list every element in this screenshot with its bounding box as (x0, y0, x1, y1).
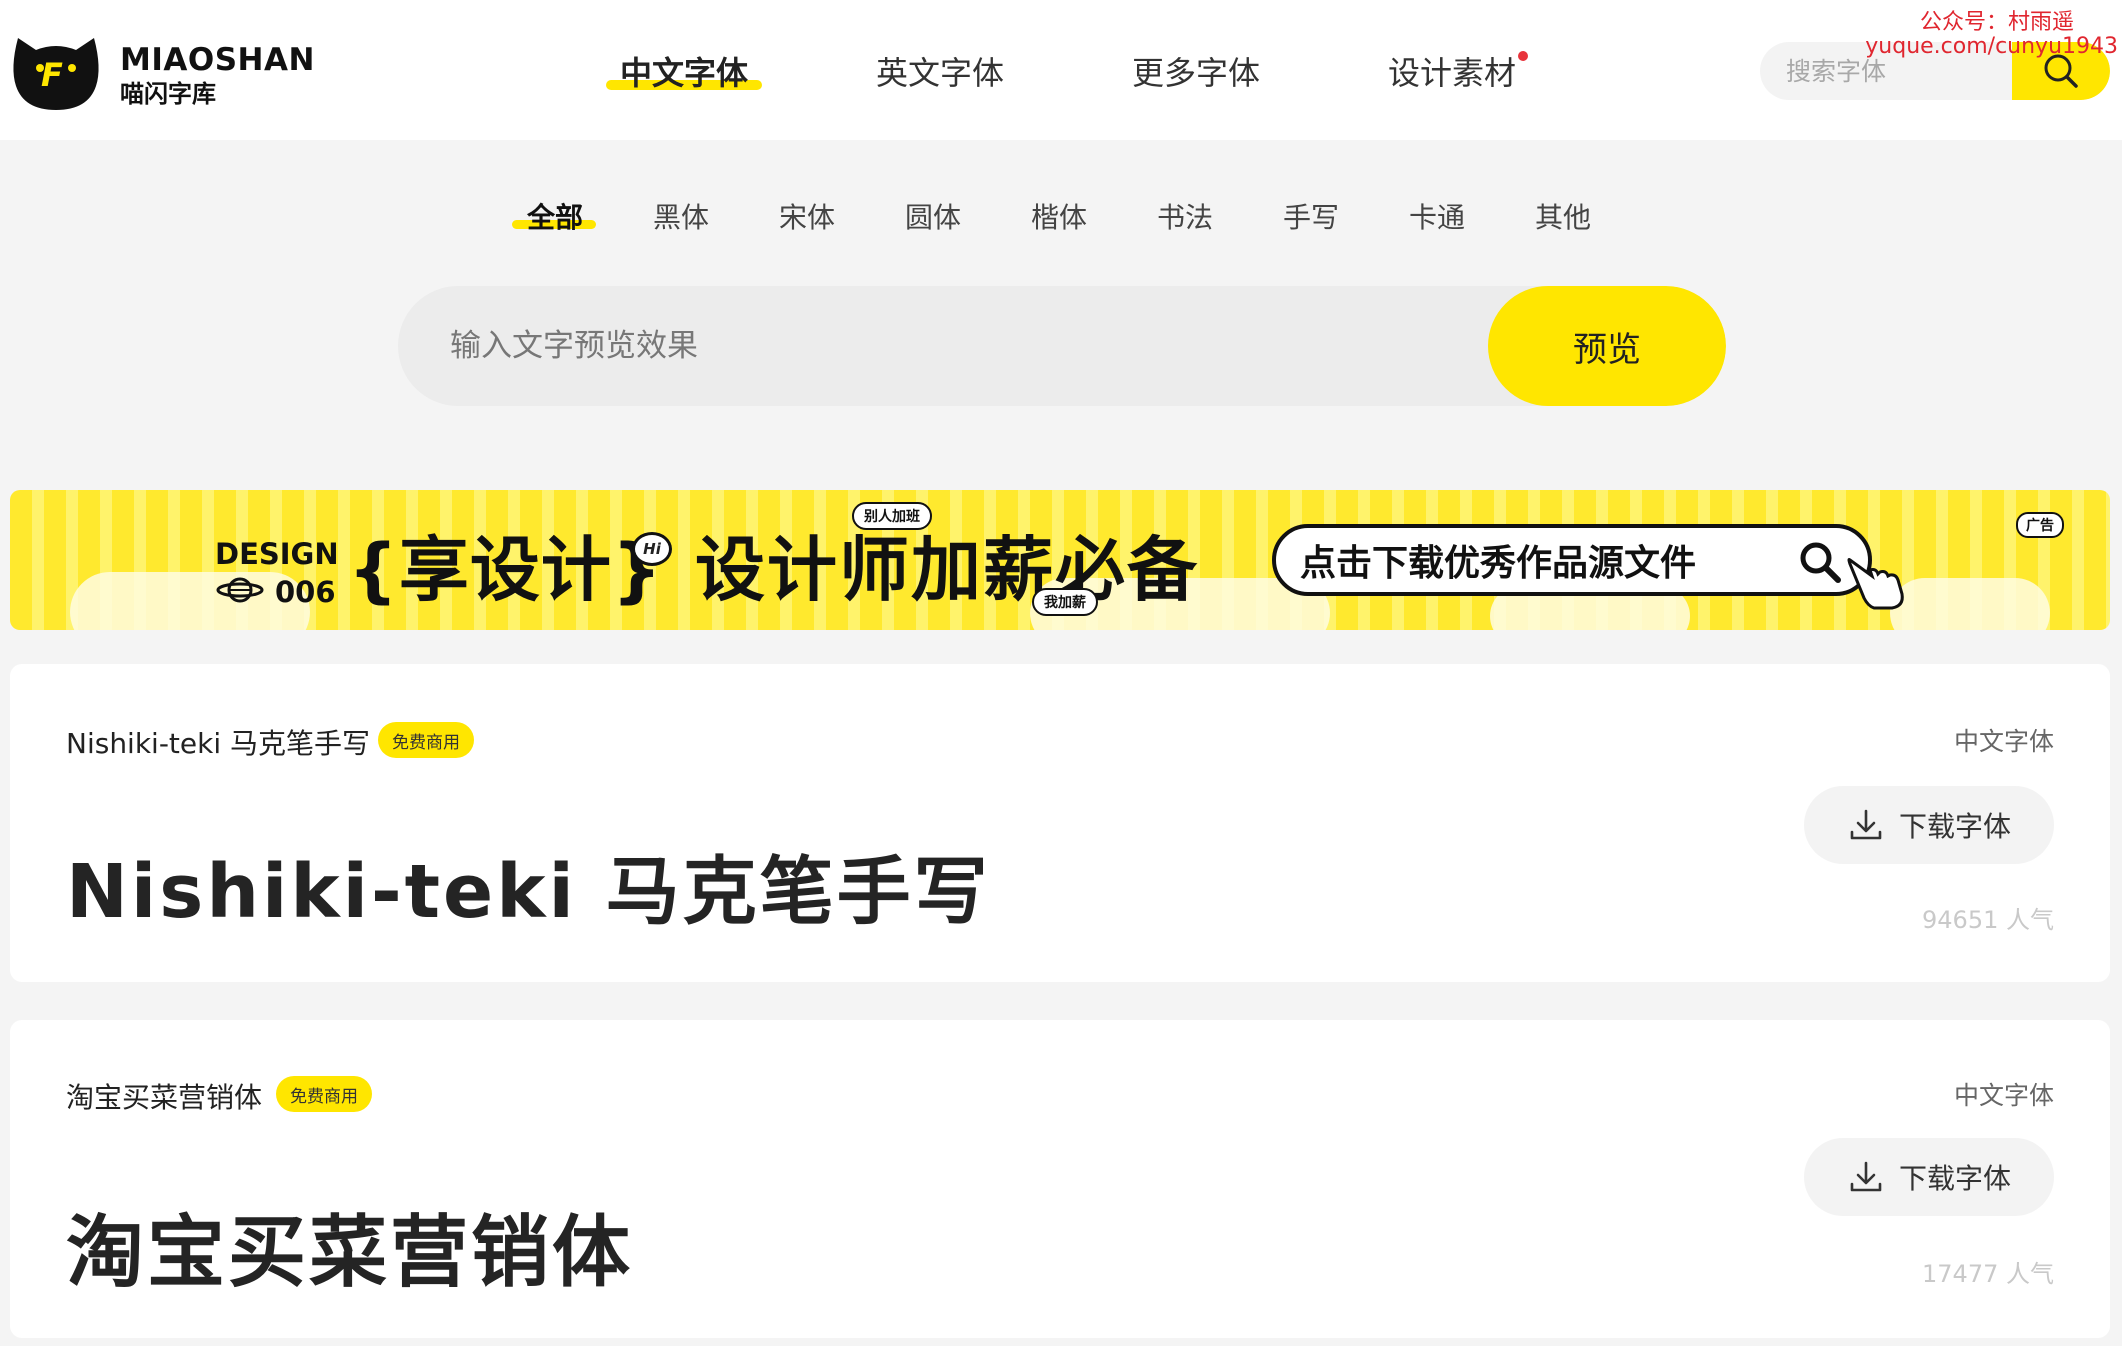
category-yuanti[interactable]: 圆体 (905, 196, 961, 236)
download-icon (1850, 1161, 1882, 1192)
nav-chinese-fonts[interactable]: 中文字体 (620, 48, 748, 94)
nav-design-materials[interactable]: 设计素材 (1388, 48, 1516, 94)
banner-cta-label: 点击下载优秀作品源文件 (1300, 543, 1697, 584)
free-commercial-badge: 免费商用 (276, 1076, 372, 1112)
banner-headline: 设计师加薪必备 (695, 529, 1199, 611)
category-cartoon[interactable]: 卡通 (1409, 196, 1465, 236)
banner-hi-bubble: Hi (632, 532, 672, 566)
download-font-label: 下载字体 (1898, 810, 2011, 843)
banner-share-design: {享设计} (348, 529, 663, 611)
nav-more-fonts[interactable]: 更多字体 (1132, 48, 1260, 94)
watermark-url: yuque.com/cunyu1943 (1865, 34, 2118, 59)
download-font-label: 下载字体 (1898, 1162, 2011, 1195)
category-handwriting[interactable]: 手写 (1283, 196, 1339, 236)
preview-text-input[interactable] (398, 286, 1478, 406)
banner-tag-raise: 我加薪 (1032, 588, 1098, 616)
font-card-popularity: 17477 人气 (1922, 1260, 2054, 1288)
ad-banner[interactable]: DESIGN 006 {享设计} Hi 设计师加薪必备 别人加班 我加薪 点击下… (10, 490, 2110, 630)
category-kaiti[interactable]: 楷体 (1031, 196, 1087, 236)
font-card-category[interactable]: 中文字体 (1954, 1076, 2054, 1112)
banner-decoration (70, 572, 310, 630)
search-icon (1800, 542, 1841, 583)
download-font-button[interactable]: 下载字体 (1804, 1138, 2054, 1216)
banner-cta-button[interactable]: 点击下载优秀作品源文件 (1272, 524, 1872, 596)
logo-text-en[interactable]: MIAOSHAN (120, 42, 315, 78)
font-card-popularity: 94651 人气 (1922, 906, 2054, 934)
top-header: F MIAOSHAN 喵闪字库 中文字体 英文字体 更多字体 设计素材 公众号：… (0, 0, 2122, 140)
banner-design-label: DESIGN (215, 537, 339, 571)
logo-text-cn[interactable]: 喵闪字库 (120, 74, 216, 109)
nav-new-dot (1518, 51, 1528, 61)
category-all[interactable]: 全部 (527, 196, 583, 236)
font-card[interactable]: 淘宝买菜营销体 免费商用 中文字体 下载字体 17477 人气 淘宝买菜营销体 (10, 1020, 2110, 1338)
ad-label-badge: 广告 (2016, 512, 2064, 538)
preview-button[interactable]: 预览 (1488, 286, 1726, 406)
watermark-account: 公众号：村雨遥 (1919, 10, 2074, 35)
font-card-title[interactable]: 淘宝买菜营销体 (66, 1076, 262, 1116)
download-icon (1850, 809, 1882, 840)
font-sample-preview[interactable]: Nishiki-teki 马克笔手写 (66, 832, 991, 939)
download-font-button[interactable]: 下载字体 (1804, 786, 2054, 864)
banner-issue-number: 006 (275, 575, 336, 609)
globe-icon (216, 577, 264, 603)
banner-tag-overtime: 别人加班 (852, 502, 932, 530)
free-commercial-badge: 免费商用 (378, 722, 474, 758)
font-sample-preview[interactable]: 淘宝买菜营销体 (66, 1190, 633, 1302)
banner-decoration (1890, 578, 2050, 630)
category-songti[interactable]: 宋体 (779, 196, 835, 236)
logo-letter: F (41, 56, 63, 94)
preview-box: 预览 (398, 286, 1726, 406)
category-other[interactable]: 其他 (1535, 196, 1591, 236)
font-card-category[interactable]: 中文字体 (1954, 722, 2054, 758)
font-card-title[interactable]: Nishiki-teki 马克笔手写 (66, 722, 370, 762)
category-heiti[interactable]: 黑体 (653, 196, 709, 236)
category-calligraphy[interactable]: 书法 (1157, 196, 1213, 236)
nav-english-fonts[interactable]: 英文字体 (876, 48, 1004, 94)
font-card[interactable]: Nishiki-teki 马克笔手写 免费商用 中文字体 下载字体 94651 … (10, 664, 2110, 982)
pointer-hand-icon (1847, 558, 1904, 610)
